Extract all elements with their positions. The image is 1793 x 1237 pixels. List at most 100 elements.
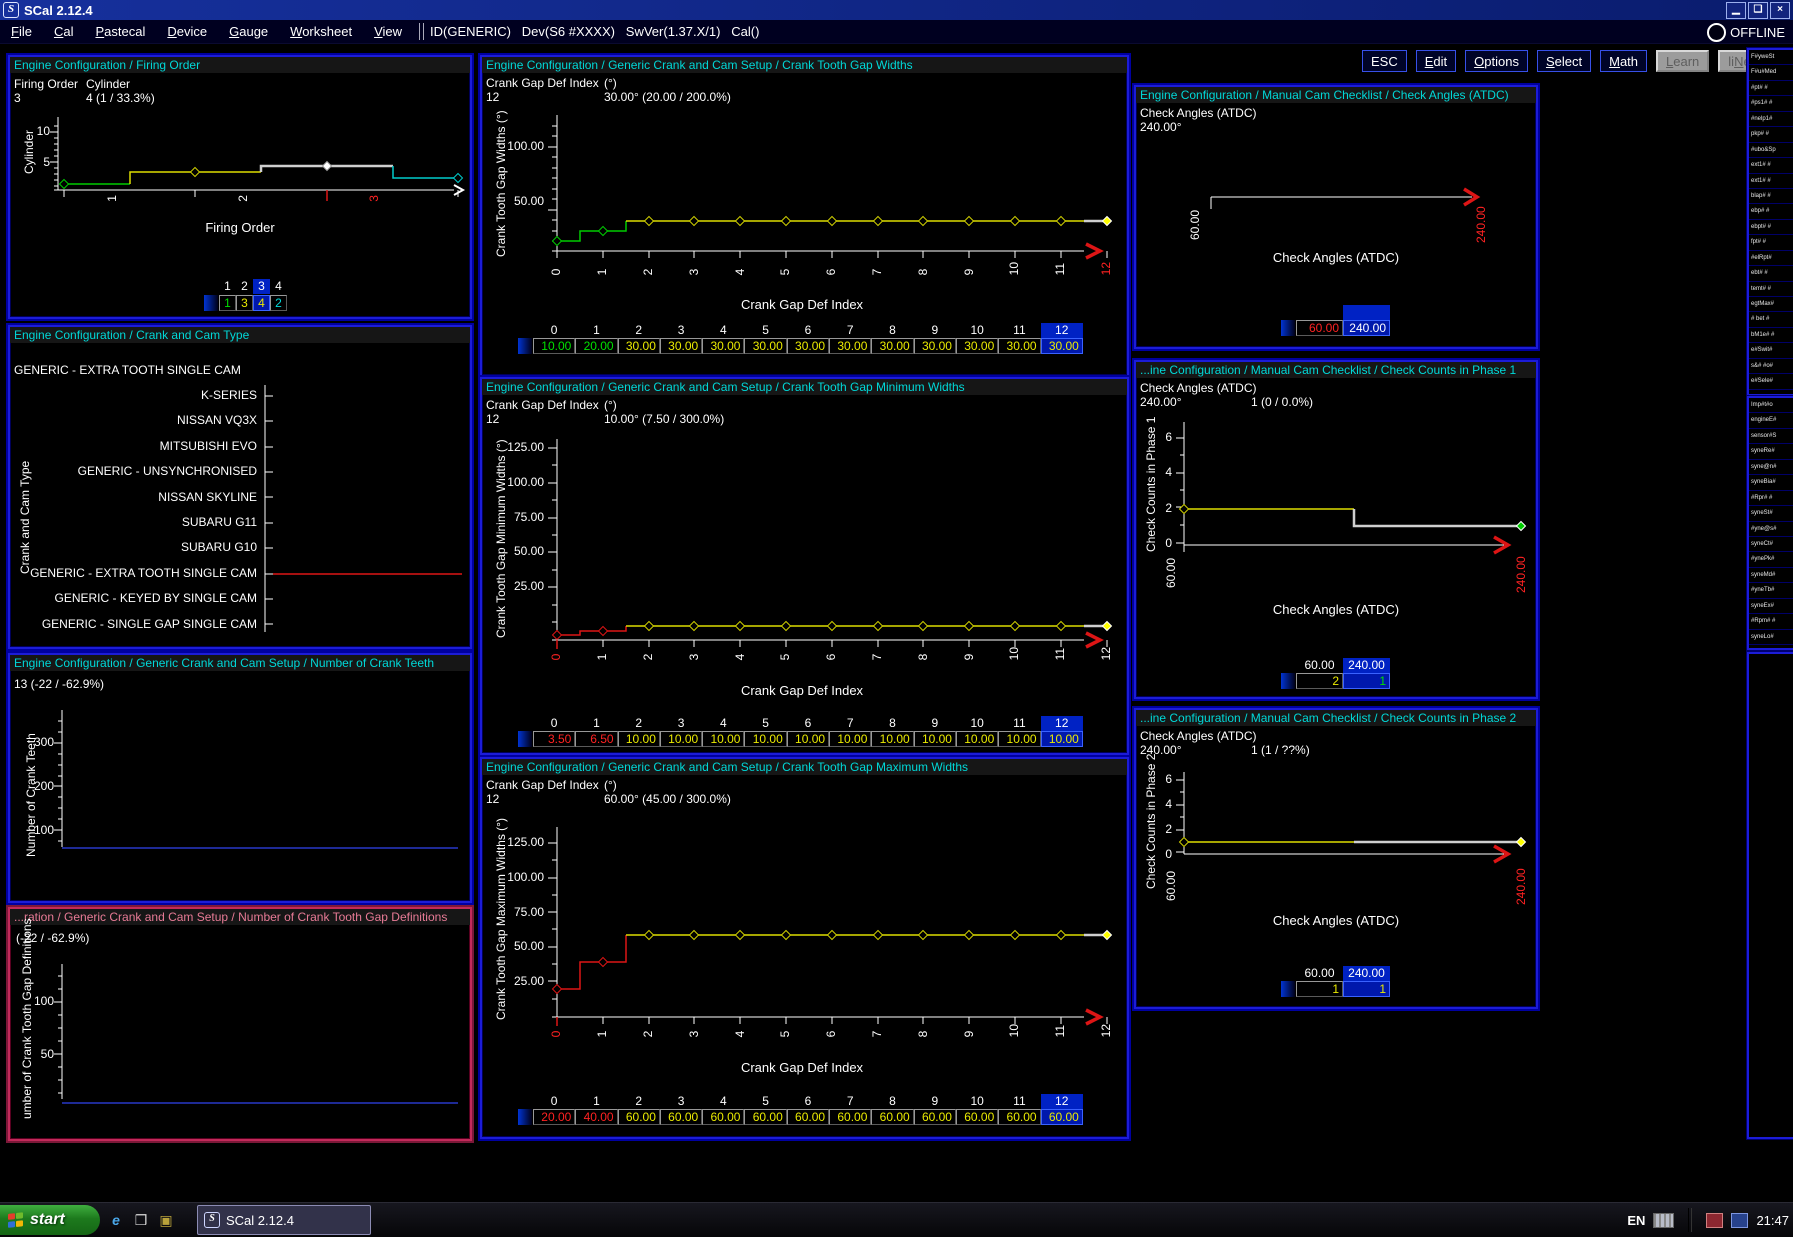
table-cell[interactable]: 60.00 — [702, 1109, 744, 1125]
worksheet-list-item[interactable]: F#yweSt — [1749, 50, 1793, 65]
table-header-cell[interactable]: 1 — [575, 716, 617, 731]
table-cell[interactable]: 30.00 — [787, 338, 829, 354]
table-cell[interactable]: 1 — [1296, 981, 1343, 997]
panel-firing-order[interactable]: Engine Configuration / Firing Order Firi… — [8, 55, 472, 319]
table-header-cell[interactable]: 2 — [236, 279, 253, 294]
worksheet-list-item[interactable]: engineE# — [1749, 413, 1793, 428]
menu-item[interactable]: File — [0, 22, 43, 41]
taskbar-clock[interactable]: 21:47 — [1756, 1213, 1789, 1228]
worksheet-list-item[interactable]: #yneTb# — [1749, 583, 1793, 598]
worksheet-list-item[interactable]: Imp#t#o — [1749, 398, 1793, 413]
table-cell[interactable]: 6.50 — [575, 731, 617, 747]
tray-network-icon[interactable] — [1731, 1213, 1748, 1228]
table-cell[interactable]: 10.00 — [702, 731, 744, 747]
table-cell[interactable]: 40.00 — [575, 1109, 617, 1125]
worksheet-list-item[interactable]: F#u#Med — [1749, 65, 1793, 80]
table-cell[interactable]: 20.00 — [533, 1109, 575, 1125]
panel-number-of-crank-teeth[interactable]: Engine Configuration / Generic Crank and… — [8, 653, 472, 903]
table-cell[interactable]: 30.00 — [998, 338, 1040, 354]
worksheet-list-item[interactable]: egtMax# — [1749, 297, 1793, 312]
worksheet-list-item[interactable]: syneLo# — [1749, 630, 1793, 645]
table-cell[interactable]: 10.00 — [618, 731, 660, 747]
worksheet-list-item[interactable]: blap# # — [1749, 189, 1793, 204]
toolbar-button[interactable]: Math — [1600, 50, 1647, 72]
table-header-cell[interactable]: 1 — [575, 323, 617, 338]
table-header-cell[interactable]: 5 — [744, 1094, 786, 1109]
table-header-cell[interactable]: 1 — [219, 279, 236, 294]
table-cell[interactable]: 60.00 — [787, 1109, 829, 1125]
panel-gap-widths[interactable]: Engine Configuration / Generic Crank and… — [480, 55, 1129, 377]
worksheet-list-item[interactable]: #yne@s# — [1749, 522, 1793, 537]
table-header-cell[interactable]: 3 — [660, 323, 702, 338]
tray-icon[interactable] — [1706, 1213, 1723, 1228]
table-header-cell[interactable]: 3 — [660, 716, 702, 731]
gap-minimum-widths-chart[interactable] — [482, 429, 1127, 659]
worksheet-list-item[interactable]: pkp# # — [1749, 127, 1793, 142]
table-cell[interactable]: 10.00 — [914, 731, 956, 747]
toolbar-button[interactable]: Options — [1465, 50, 1528, 72]
table-header-cell[interactable]: 9 — [914, 716, 956, 731]
table-cell[interactable]: 30.00 — [744, 338, 786, 354]
worksheet-list-item[interactable]: syneSt# — [1749, 506, 1793, 521]
table-header-cell[interactable]: 10 — [956, 1094, 998, 1109]
panel-gap-minimum-widths[interactable]: Engine Configuration / Generic Crank and… — [480, 377, 1129, 755]
table-header-cell[interactable]: 11 — [998, 1094, 1040, 1109]
gap-widths-chart[interactable] — [482, 107, 1127, 272]
table-header-cell[interactable]: 5 — [744, 323, 786, 338]
table-header-cell[interactable]: 6 — [787, 1094, 829, 1109]
table-header-cell[interactable]: 8 — [871, 716, 913, 731]
gap-maximum-widths-chart[interactable] — [482, 809, 1127, 1039]
worksheet-list-item[interactable]: ebt# # — [1749, 266, 1793, 281]
menu-item[interactable]: View — [363, 22, 413, 41]
table-header-cell[interactable]: 2 — [618, 323, 660, 338]
worksheet-list-item[interactable]: sensor#S — [1749, 429, 1793, 444]
menu-item[interactable]: Pastecal — [84, 22, 156, 41]
maximize-button[interactable]: ❏ — [1748, 2, 1768, 19]
table-header-cell[interactable]: 6 — [787, 323, 829, 338]
table-cell[interactable]: 10.00 — [787, 731, 829, 747]
worksheet-list-item[interactable]: #pt# # — [1749, 81, 1793, 96]
table-header-cell[interactable]: 240.00 — [1343, 658, 1390, 673]
table-cell[interactable]: 2 — [1296, 673, 1343, 689]
table-header-cell[interactable]: 11 — [998, 716, 1040, 731]
table-cell[interactable]: 60.00 — [744, 1109, 786, 1125]
table-header-cell[interactable]: 2 — [618, 1094, 660, 1109]
table-header-cell[interactable]: 8 — [871, 1094, 913, 1109]
table-header-cell[interactable] — [1343, 305, 1390, 320]
firing-order-chart[interactable] — [10, 107, 470, 207]
table-header-cell[interactable] — [1296, 305, 1343, 320]
table-header-cell[interactable]: 12 — [1041, 323, 1083, 338]
table-cell[interactable]: 10.00 — [829, 731, 871, 747]
table-header-cell[interactable]: 11 — [998, 323, 1040, 338]
gap-definitions-chart[interactable] — [10, 949, 470, 1114]
table-cell[interactable]: 10.00 — [660, 731, 702, 747]
worksheet-list-item[interactable]: #nelp1# — [1749, 112, 1793, 127]
table-cell[interactable]: 30.00 — [1041, 338, 1083, 354]
table-cell[interactable]: 10.00 — [956, 731, 998, 747]
table-cell[interactable]: 30.00 — [956, 338, 998, 354]
table-cell[interactable]: 60.00 — [871, 1109, 913, 1125]
table-cell[interactable]: 10.00 — [871, 731, 913, 747]
table-header-cell[interactable]: 3 — [660, 1094, 702, 1109]
table-cell[interactable]: 10.00 — [998, 731, 1040, 747]
table-header-cell[interactable]: 10 — [956, 716, 998, 731]
table-header-cell[interactable]: 1 — [575, 1094, 617, 1109]
table-cell[interactable]: 10.00 — [533, 338, 575, 354]
toolbar-button[interactable]: ESC — [1362, 50, 1407, 72]
table-header-cell[interactable]: 7 — [829, 323, 871, 338]
table-cell[interactable]: 2 — [270, 295, 287, 311]
worksheet-list-item[interactable]: ebp# # — [1749, 204, 1793, 219]
table-header-cell[interactable]: 4 — [702, 1094, 744, 1109]
worksheet-list-item[interactable]: syne@n# — [1749, 460, 1793, 475]
table-header-cell[interactable]: 12 — [1041, 716, 1083, 731]
toolbar-button[interactable]: Select — [1537, 50, 1591, 72]
toolbar-button[interactable]: Edit — [1416, 50, 1456, 72]
table-header-cell[interactable]: 0 — [533, 1094, 575, 1109]
table-header-cell[interactable]: 4 — [702, 716, 744, 731]
worksheet-list-item[interactable]: syneCt# — [1749, 537, 1793, 552]
table-header-cell[interactable]: 7 — [829, 1094, 871, 1109]
table-header-cell[interactable]: 5 — [744, 716, 786, 731]
check-counts-phase1-chart[interactable] — [1136, 412, 1536, 622]
panel-check-counts-phase1[interactable]: ...ine Configuration / Manual Cam Checkl… — [1134, 360, 1538, 699]
menu-item[interactable]: Cal — [43, 22, 85, 41]
